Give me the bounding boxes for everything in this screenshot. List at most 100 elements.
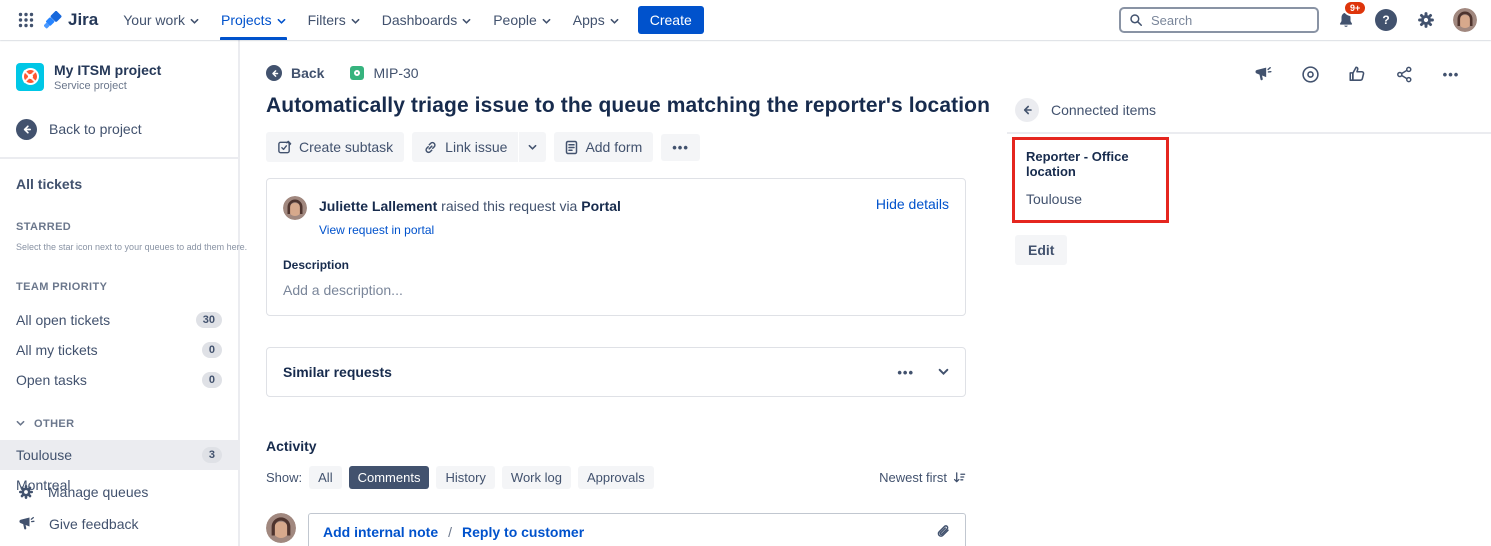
request-channel: Portal bbox=[581, 198, 621, 214]
issue-key-breadcrumb[interactable]: MIP-30 bbox=[350, 65, 418, 81]
breadcrumb: Back MIP-30 bbox=[266, 65, 1005, 81]
sidebar-item-all-tickets[interactable]: All tickets bbox=[16, 176, 222, 192]
link-issue-dropdown[interactable] bbox=[518, 132, 546, 162]
give-feedback[interactable]: Give feedback bbox=[16, 508, 222, 540]
filter-all[interactable]: All bbox=[309, 466, 341, 489]
similar-requests-panel: Similar requests ••• bbox=[266, 347, 966, 397]
more-options-icon[interactable]: ••• bbox=[1441, 64, 1461, 84]
feedback-megaphone-icon[interactable] bbox=[1253, 64, 1273, 84]
nav-item-dashboards[interactable]: Dashboards bbox=[371, 0, 483, 40]
issue-actions: ••• bbox=[1005, 64, 1491, 84]
notifications-bell-icon[interactable]: 9+ bbox=[1333, 7, 1359, 33]
connected-items-header: Connected items bbox=[1015, 98, 1491, 122]
link-icon bbox=[423, 140, 438, 155]
back-to-project-label: Back to project bbox=[49, 121, 142, 137]
add-form-button[interactable]: Add form bbox=[554, 132, 653, 162]
comment-composer: Add internal note / Reply to customer bbox=[266, 513, 1005, 546]
jira-logo[interactable]: Jira bbox=[44, 10, 98, 30]
filter-approvals[interactable]: Approvals bbox=[578, 466, 654, 489]
create-button[interactable]: Create bbox=[638, 6, 704, 34]
hide-details-link[interactable]: Hide details bbox=[876, 196, 949, 212]
show-label: Show: bbox=[266, 470, 302, 485]
app-switcher-icon[interactable] bbox=[10, 4, 42, 36]
connected-items-title: Connected items bbox=[1051, 102, 1156, 118]
chevron-down-icon bbox=[190, 18, 199, 25]
starred-section-header: STARRED bbox=[16, 221, 222, 233]
right-panel: ••• Connected items Reporter - Office lo… bbox=[1005, 40, 1491, 546]
issue-title[interactable]: Automatically triage issue to the queue … bbox=[266, 94, 1005, 118]
sidebar-item-all-open-tickets[interactable]: All open tickets 30 bbox=[0, 305, 238, 335]
nav-item-filters[interactable]: Filters bbox=[297, 0, 371, 40]
reporter-avatar[interactable] bbox=[283, 196, 307, 220]
field-value[interactable]: Toulouse bbox=[1026, 191, 1155, 207]
link-issue-group: Link issue bbox=[412, 132, 546, 162]
current-user-avatar bbox=[266, 513, 296, 543]
watch-eye-icon[interactable] bbox=[1300, 64, 1320, 84]
add-internal-note-link[interactable]: Add internal note bbox=[323, 524, 438, 540]
more-actions-button[interactable]: ••• bbox=[661, 134, 700, 161]
chevron-down-icon bbox=[462, 18, 471, 25]
queue-count-badge: 3 bbox=[202, 447, 222, 463]
sidebar-item-open-tasks[interactable]: Open tasks 0 bbox=[0, 365, 238, 395]
issue-view: Back MIP-30 Automatically triage issue t… bbox=[240, 40, 1005, 546]
nav-item-apps[interactable]: Apps bbox=[562, 0, 630, 40]
project-avatar-icon bbox=[16, 63, 44, 91]
global-search[interactable] bbox=[1119, 7, 1319, 33]
divider bbox=[0, 157, 238, 159]
chevron-down-icon bbox=[610, 18, 619, 25]
queue-count-badge: 0 bbox=[202, 372, 222, 388]
chevron-down-icon bbox=[277, 18, 286, 25]
project-header: My ITSM project Service project bbox=[16, 62, 222, 92]
manage-queues[interactable]: Manage queues bbox=[16, 476, 222, 508]
search-input[interactable] bbox=[1151, 13, 1291, 28]
panel-back-icon[interactable] bbox=[1015, 98, 1039, 122]
jira-logo-icon bbox=[44, 11, 63, 30]
back-label: Back bbox=[291, 65, 324, 81]
settings-gear-icon[interactable] bbox=[1413, 7, 1439, 33]
issue-toolbar: Create subtask Link issue Add form bbox=[266, 132, 1005, 162]
description-placeholder[interactable]: Add a description... bbox=[283, 282, 949, 298]
chevron-down-icon[interactable] bbox=[938, 368, 949, 376]
sidebar-item-all-my-tickets[interactable]: All my tickets 0 bbox=[0, 335, 238, 365]
form-icon bbox=[565, 140, 578, 155]
link-issue-button[interactable]: Link issue bbox=[412, 132, 518, 162]
reply-to-customer-link[interactable]: Reply to customer bbox=[462, 524, 584, 540]
request-details-card: Juliette Lallement raised this request v… bbox=[266, 178, 966, 316]
nav-item-people[interactable]: People bbox=[482, 0, 562, 40]
field-label: Reporter - Office location bbox=[1026, 149, 1155, 179]
divider bbox=[1007, 132, 1491, 134]
similar-requests-more-icon[interactable]: ••• bbox=[897, 366, 914, 379]
topnav-right: 9+ ? bbox=[1119, 7, 1477, 33]
chevron-down-icon bbox=[351, 18, 360, 25]
issue-key: MIP-30 bbox=[373, 65, 418, 81]
other-section-toggle[interactable]: OTHER bbox=[16, 418, 222, 430]
sort-order-control[interactable]: Newest first bbox=[879, 470, 966, 485]
back-arrow-icon bbox=[266, 65, 282, 81]
attachment-paperclip-icon[interactable] bbox=[935, 524, 951, 540]
filter-work-log[interactable]: Work log bbox=[502, 466, 571, 489]
view-request-in-portal-link[interactable]: View request in portal bbox=[319, 223, 434, 237]
nav-item-projects[interactable]: Projects bbox=[210, 0, 297, 40]
comment-input[interactable]: Add internal note / Reply to customer bbox=[308, 513, 966, 546]
help-icon[interactable]: ? bbox=[1373, 7, 1399, 33]
queue-count-badge: 0 bbox=[202, 342, 222, 358]
edit-button[interactable]: Edit bbox=[1015, 235, 1067, 265]
gear-icon bbox=[18, 484, 34, 500]
share-icon[interactable] bbox=[1394, 64, 1414, 84]
back-button[interactable]: Back bbox=[266, 65, 324, 81]
jira-app: Jira Your work Projects Filters Dashboar… bbox=[0, 0, 1491, 546]
create-subtask-button[interactable]: Create subtask bbox=[266, 132, 404, 162]
issue-type-icon bbox=[350, 66, 364, 80]
nav-item-your-work[interactable]: Your work bbox=[112, 0, 210, 40]
user-avatar[interactable] bbox=[1453, 8, 1477, 32]
project-type: Service project bbox=[54, 80, 161, 92]
primary-nav: Your work Projects Filters Dashboards Pe… bbox=[112, 0, 629, 40]
chevron-down-icon bbox=[16, 420, 25, 427]
project-name: My ITSM project bbox=[54, 62, 161, 79]
back-to-project[interactable]: Back to project bbox=[16, 119, 222, 140]
vote-thumbs-up-icon[interactable] bbox=[1347, 64, 1367, 84]
filter-comments[interactable]: Comments bbox=[349, 466, 430, 489]
reporter-office-location-field: Reporter - Office location Toulouse bbox=[1012, 137, 1169, 223]
filter-history[interactable]: History bbox=[436, 466, 494, 489]
divider bbox=[16, 466, 222, 468]
